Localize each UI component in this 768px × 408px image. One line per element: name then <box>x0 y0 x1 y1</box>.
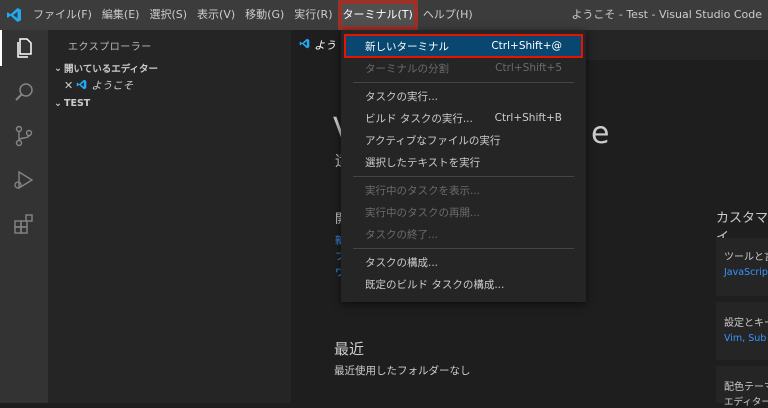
welcome-title-end: e <box>591 116 610 151</box>
menu-item-terminate-task[interactable]: タスクの終了... <box>345 223 582 245</box>
menu-item-label: 選択したテキストを実行 <box>365 156 481 169</box>
menu-item-run-selected-text[interactable]: 選択したテキストを実行 <box>345 151 582 173</box>
menu-item-configure-tasks[interactable]: タスクの構成... <box>345 251 582 273</box>
source-control-icon[interactable] <box>12 124 36 148</box>
menu-item-label: 実行中のタスクを表示... <box>365 184 481 197</box>
menu-item-shortcut: Ctrl+Shift+B <box>494 112 562 124</box>
card-title: ツールと言 <box>724 252 768 263</box>
menu-item-label: ターミナルの分割 <box>365 62 449 75</box>
terminal-menu-dropdown: 新しいターミナル Ctrl+Shift+@ ターミナルの分割 Ctrl+Shif… <box>341 30 586 302</box>
menu-help[interactable]: ヘルプ(H) <box>418 0 478 30</box>
customize-card-tools[interactable]: ツールと言 JavaScrip <box>716 238 768 296</box>
menu-item-new-terminal[interactable]: 新しいターミナル Ctrl+Shift+@ <box>344 34 583 58</box>
menu-item-shortcut: Ctrl+Shift+5 <box>495 62 562 74</box>
card-desc: エディター <box>724 397 768 408</box>
menu-item-label: 既定のビルド タスクの構成... <box>365 278 505 291</box>
extensions-icon[interactable] <box>12 212 36 236</box>
menu-item-split-terminal[interactable]: ターミナルの分割 Ctrl+Shift+5 <box>345 57 582 79</box>
recent-heading: 最近 <box>334 340 365 358</box>
run-debug-icon[interactable] <box>12 168 36 192</box>
chevron-down-icon: ⌄ <box>54 98 62 109</box>
open-editors-label: 開いているエディター <box>64 64 159 75</box>
open-editors-section[interactable]: ⌄ 開いているエディター <box>52 61 159 76</box>
customize-card-settings[interactable]: 設定とキー Vim, Sub <box>716 302 768 360</box>
menu-item-run-task[interactable]: タスクの実行... <box>345 85 582 107</box>
menu-item-configure-default-build-task[interactable]: 既定のビルド タスクの構成... <box>345 273 582 295</box>
menu-item-run-active-file[interactable]: アクティブなファイルの実行 <box>345 129 582 151</box>
card-title: 設定とキー <box>724 318 768 329</box>
menu-item-run-build-task[interactable]: ビルド タスクの実行... Ctrl+Shift+B <box>345 107 582 129</box>
menu-separator <box>353 82 574 83</box>
menu-bar: ファイル(F) 編集(E) 選択(S) 表示(V) 移動(G) 実行(R) ター… <box>28 0 478 30</box>
card-title: 配色テーマ <box>724 382 768 393</box>
menu-item-label: 実行中のタスクの再開... <box>365 206 481 219</box>
card-link[interactable]: JavaScrip <box>724 267 768 278</box>
chevron-down-icon: ⌄ <box>54 62 62 74</box>
menu-item-label: タスクの実行... <box>365 90 439 103</box>
recent-empty: 最近使用したフォルダーなし <box>334 365 471 377</box>
menu-terminal[interactable]: ターミナル(T) <box>337 0 418 30</box>
open-editor-item[interactable]: ✕ ようこそ <box>64 78 133 93</box>
menu-item-label: ビルド タスクの実行... <box>365 112 473 125</box>
folder-label: TEST <box>64 98 91 109</box>
tab-label: よう <box>314 39 336 52</box>
menu-file[interactable]: ファイル(F) <box>28 0 97 30</box>
customize-card-theme[interactable]: 配色テーマ エディター <box>716 366 768 408</box>
folder-section[interactable]: ⌄ TEST <box>52 98 90 109</box>
sidebar-title: エクスプローラー <box>68 42 152 53</box>
menu-view[interactable]: 表示(V) <box>192 0 240 30</box>
vscode-file-icon <box>76 79 87 93</box>
title-bar: ファイル(F) 編集(E) 選択(S) 表示(V) 移動(G) 実行(R) ター… <box>0 0 768 30</box>
explorer-sidebar: エクスプローラー ⌄ 開いているエディター ✕ ようこそ ⌄ TEST <box>48 30 291 403</box>
menu-item-restart-running-task[interactable]: 実行中のタスクの再開... <box>345 201 582 223</box>
menu-selection[interactable]: 選択(S) <box>144 0 192 30</box>
vscode-tab-icon <box>299 38 310 52</box>
menu-item-label: アクティブなファイルの実行 <box>365 134 501 147</box>
menu-separator <box>353 248 574 249</box>
open-editor-label: ようこそ <box>91 80 134 92</box>
menu-run[interactable]: 実行(R) <box>289 0 337 30</box>
active-indicator <box>0 30 2 66</box>
menu-item-label: タスクの構成... <box>365 256 439 269</box>
menu-edit[interactable]: 編集(E) <box>97 0 145 30</box>
card-link[interactable]: Vim, Sub <box>724 333 766 344</box>
window-title: ようこそ - Test - Visual Studio Code <box>571 8 762 21</box>
menu-item-label: タスクの終了... <box>365 228 439 241</box>
vscode-logo-icon <box>0 0 28 30</box>
menu-separator <box>353 176 574 177</box>
menu-go[interactable]: 移動(G) <box>240 0 289 30</box>
close-icon[interactable]: ✕ <box>64 79 73 92</box>
menu-item-label: 新しいターミナル <box>365 40 449 53</box>
search-icon[interactable] <box>12 80 36 104</box>
files-icon[interactable] <box>12 36 36 60</box>
menu-item-show-running-tasks[interactable]: 実行中のタスクを表示... <box>345 179 582 201</box>
activity-bar <box>0 30 48 403</box>
menu-item-shortcut: Ctrl+Shift+@ <box>491 40 562 52</box>
